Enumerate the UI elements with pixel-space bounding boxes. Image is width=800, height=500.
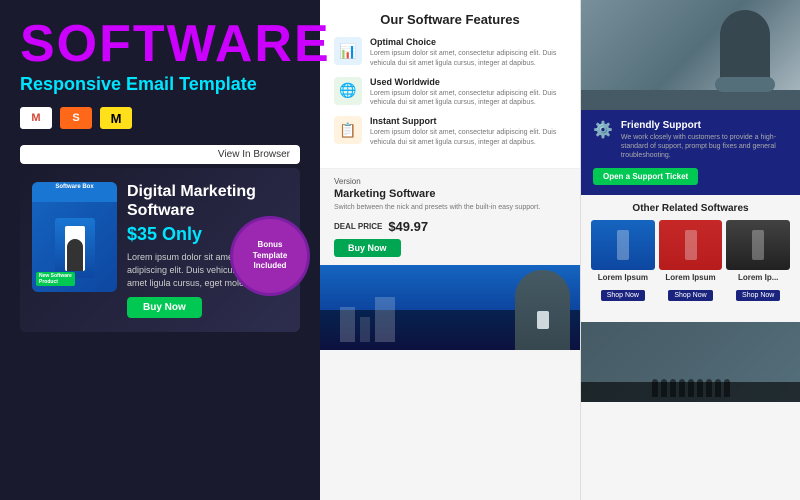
- bonus-line3: Included: [254, 261, 287, 271]
- buy-now-button[interactable]: Buy Now: [127, 297, 202, 318]
- support-description: We work closely with customers to provid…: [621, 133, 788, 160]
- feature-title-1: Optimal Choice: [370, 37, 566, 47]
- bonus-line1: Bonus: [258, 240, 283, 250]
- product-box-badge: Software Box: [32, 184, 117, 190]
- middle-panel: Our Software Features 📊 Optimal Choice L…: [320, 0, 580, 500]
- feature-desc-2: Lorem ipsum dolor sit amet, consectetur …: [370, 89, 566, 109]
- support-header: ⚙️ Friendly Support We work closely with…: [593, 120, 788, 160]
- station-person: [697, 379, 703, 397]
- feature-item-2: 🌐 Used Worldwide Lorem ipsum dolor sit a…: [334, 77, 566, 109]
- person-photo: [581, 0, 800, 110]
- email-clients-row: M S M: [20, 107, 300, 129]
- related-shop-btn-1[interactable]: Shop Now: [601, 290, 645, 301]
- open-support-ticket-button[interactable]: Open a Support Ticket: [593, 168, 698, 185]
- city-image: [320, 265, 580, 350]
- support-icon: ⚙️: [593, 120, 613, 140]
- support-title: Friendly Support: [621, 120, 788, 131]
- station-people: [581, 379, 800, 397]
- station-person: [670, 379, 676, 397]
- feature-desc-1: Lorem ipsum dolor sit amet, consectetur …: [370, 49, 566, 69]
- features-title: Our Software Features: [334, 12, 566, 27]
- station-person: [715, 379, 721, 397]
- feature-text-2: Used Worldwide Lorem ipsum dolor sit ame…: [370, 77, 566, 109]
- new-software-tag: New SoftwareProduct: [36, 272, 75, 286]
- station-person: [679, 379, 685, 397]
- bonus-line2: Template: [253, 251, 288, 261]
- related-product-1: Lorem Ipsum Shop Now: [591, 220, 655, 302]
- clipboard-icon: 📋: [334, 116, 362, 144]
- deal-description: Switch between the nick and presets with…: [334, 203, 566, 213]
- related-box-dark: [726, 220, 790, 270]
- related-title: Other Related Softwares: [591, 203, 790, 214]
- feature-title-2: Used Worldwide: [370, 77, 566, 87]
- globe-icon: 🌐: [334, 77, 362, 105]
- feature-text-1: Optimal Choice Lorem ipsum dolor sit ame…: [370, 37, 566, 69]
- chart-icon: 📊: [334, 37, 362, 65]
- related-products-row: Lorem Ipsum Shop Now Lorem Ipsum Shop No…: [591, 220, 790, 302]
- related-box-red: [659, 220, 723, 270]
- station-person: [652, 379, 658, 397]
- gmail-icon: M: [20, 107, 52, 129]
- feature-desc-3: Lorem ipsum dolor sit amet, consectetur …: [370, 128, 566, 148]
- feature-title-3: Instant Support: [370, 116, 566, 126]
- feature-item-1: 📊 Optimal Choice Lorem ipsum dolor sit a…: [334, 37, 566, 69]
- related-shop-btn-2[interactable]: Shop Now: [668, 290, 712, 301]
- subtitle: Responsive Email Template: [20, 74, 300, 95]
- mailchimp-icon: M: [100, 107, 132, 129]
- deal-version-label: Version: [334, 177, 566, 186]
- related-product-3: Lorem Ip... Shop Now: [726, 220, 790, 302]
- related-label-2: Lorem Ipsum: [659, 273, 723, 282]
- bonus-badge: Bonus Template Included: [230, 216, 310, 296]
- friendly-support-box: ⚙️ Friendly Support We work closely with…: [581, 110, 800, 195]
- feature-item-3: 📋 Instant Support Lorem ipsum dolor sit …: [334, 116, 566, 148]
- main-title: SOFTWARE: [20, 18, 300, 70]
- deal-price-value: $49.97: [388, 219, 428, 234]
- station-person: [688, 379, 694, 397]
- related-box-blue: [591, 220, 655, 270]
- deal-price-label: DEAL PRICE: [334, 222, 382, 231]
- support-content: Friendly Support We work closely with cu…: [621, 120, 788, 160]
- station-person: [706, 379, 712, 397]
- product-name: Digital Marketing Software: [127, 182, 288, 220]
- station-photo: [581, 322, 800, 402]
- station-person: [661, 379, 667, 397]
- substack-icon: S: [60, 107, 92, 129]
- product-box-image: Software Box New SoftwareProduct: [32, 182, 117, 292]
- view-in-browser-label: View In Browser: [218, 149, 290, 160]
- deal-buy-button[interactable]: Buy Now: [334, 239, 401, 257]
- feature-text-3: Instant Support Lorem ipsum dolor sit am…: [370, 116, 566, 148]
- deal-section: Version Marketing Software Switch betwee…: [320, 168, 580, 265]
- view-in-browser-bar[interactable]: View In Browser: [20, 145, 300, 164]
- related-label-3: Lorem Ip...: [726, 273, 790, 282]
- related-label-1: Lorem Ipsum: [591, 273, 655, 282]
- features-section: Our Software Features 📊 Optimal Choice L…: [320, 0, 580, 168]
- product-showcase: Software Box New SoftwareProduct Digital…: [20, 168, 300, 332]
- related-product-2: Lorem Ipsum Shop Now: [659, 220, 723, 302]
- related-section: Other Related Softwares Lorem Ipsum Shop…: [581, 195, 800, 318]
- related-shop-btn-3[interactable]: Shop Now: [736, 290, 780, 301]
- station-person: [724, 379, 730, 397]
- deal-title: Marketing Software: [334, 188, 566, 200]
- left-panel: SOFTWARE Responsive Email Template M S M…: [0, 0, 320, 500]
- deal-price-row: DEAL PRICE $49.97: [334, 219, 566, 234]
- right-panel: ⚙️ Friendly Support We work closely with…: [580, 0, 800, 500]
